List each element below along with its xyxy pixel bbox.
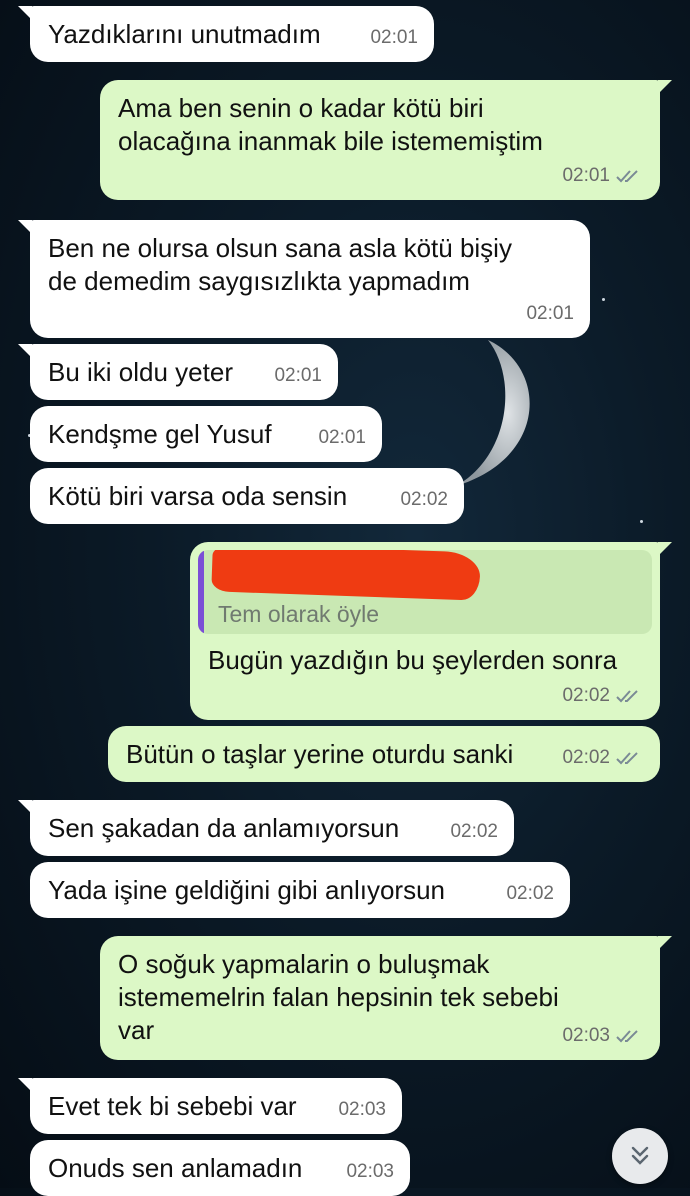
message-text: Kendşme gel Yusuf xyxy=(48,419,272,449)
double-check-icon xyxy=(616,689,638,702)
message-time: 02:02 xyxy=(450,815,498,848)
message-time: 02:01 xyxy=(274,359,322,392)
quote-text: Tem olarak öyle xyxy=(218,601,380,627)
message-meta: 02:02 xyxy=(562,741,644,774)
time-label: 02:01 xyxy=(370,27,418,48)
double-chevron-down-icon xyxy=(631,1146,649,1165)
message-incoming[interactable]: Yazdıklarını unutmadım 02:01 xyxy=(18,6,434,62)
time-label: 02:02 xyxy=(562,747,610,768)
message-text: Evet tek bi sebebi var xyxy=(48,1091,297,1121)
time-label: 02:03 xyxy=(346,1161,394,1182)
message-incoming[interactable]: Kötü biri varsa oda sensin 02:02 xyxy=(30,468,464,524)
time-label: 02:02 xyxy=(400,489,448,510)
scroll-to-bottom-button[interactable] xyxy=(612,1128,668,1184)
message-incoming[interactable]: Yada işine geldiğini gibi anlıyorsun 02:… xyxy=(30,862,570,918)
message-text: Kötü biri varsa oda sensin xyxy=(48,481,348,511)
message-outgoing[interactable]: Bütün o taşlar yerine oturdu sanki 02:02 xyxy=(108,726,660,782)
star xyxy=(640,520,643,523)
crescent-moon-image xyxy=(456,340,530,486)
double-check-icon xyxy=(616,1029,638,1042)
message-incoming[interactable]: Evet tek bi sebebi var 02:03 xyxy=(18,1078,402,1134)
message-time: 02:01 xyxy=(318,421,366,454)
time-label: 02:03 xyxy=(338,1099,386,1120)
time-label: 02:02 xyxy=(450,821,498,842)
message-text: Yada işine geldiğini gibi anlıyorsun xyxy=(48,875,445,905)
message-outgoing[interactable]: O soğuk yapmalarin o buluşmak istememelr… xyxy=(100,936,672,1060)
star xyxy=(602,298,605,301)
chat-area[interactable]: Yazdıklarını unutmadım 02:01 Ama ben sen… xyxy=(0,0,690,1196)
message-incoming[interactable]: Kendşme gel Yusuf 02:01 xyxy=(30,406,382,462)
message-time: 02:01 xyxy=(526,297,574,330)
time-label: 02:01 xyxy=(562,165,610,186)
time-label: 02:03 xyxy=(562,1025,610,1046)
double-check-icon xyxy=(616,751,638,764)
time-label: 02:02 xyxy=(562,685,610,706)
time-label: 02:01 xyxy=(274,365,322,386)
quoted-message[interactable]: Tem olarak öyle xyxy=(198,550,652,634)
message-outgoing-reply[interactable]: Tem olarak öyle Bugün yazdığın bu şeyler… xyxy=(190,542,672,720)
message-meta: 02:02 xyxy=(562,679,644,712)
message-meta: 02:01 xyxy=(562,159,644,192)
message-text: Yazdıklarını unutmadım xyxy=(48,19,321,49)
message-outgoing[interactable]: Ama ben senin o kadar kötü biri olacağın… xyxy=(100,80,672,200)
time-label: 02:02 xyxy=(506,883,554,904)
message-text: Ben ne olursa olsun sana asla kötü bişiy… xyxy=(48,233,512,296)
time-label: 02:01 xyxy=(318,427,366,448)
message-time: 02:03 xyxy=(346,1155,394,1188)
quote-accent-bar xyxy=(198,550,204,634)
message-text: Bugün yazdığın bu şeylerden sonra xyxy=(208,645,618,675)
message-incoming[interactable]: Ben ne olursa olsun sana asla kötü bişiy… xyxy=(18,220,590,338)
message-text: Sen şakadan da anlamıyorsun xyxy=(48,813,400,843)
message-incoming[interactable]: Bu iki oldu yeter 02:01 xyxy=(18,344,338,400)
message-time: 02:02 xyxy=(400,483,448,516)
time-label: 02:01 xyxy=(526,303,574,324)
message-time: 02:03 xyxy=(338,1093,386,1126)
message-text: Onuds sen anlamadın xyxy=(48,1153,303,1183)
double-check-icon xyxy=(616,169,638,182)
message-time: 02:02 xyxy=(506,877,554,910)
message-incoming[interactable]: Sen şakadan da anlamıyorsun 02:02 xyxy=(18,800,514,856)
redaction-scribble xyxy=(211,550,481,601)
message-text: Ama ben senin o kadar kötü biri olacağın… xyxy=(118,93,543,156)
message-time: 02:01 xyxy=(370,21,418,54)
message-meta: 02:03 xyxy=(562,1019,644,1052)
